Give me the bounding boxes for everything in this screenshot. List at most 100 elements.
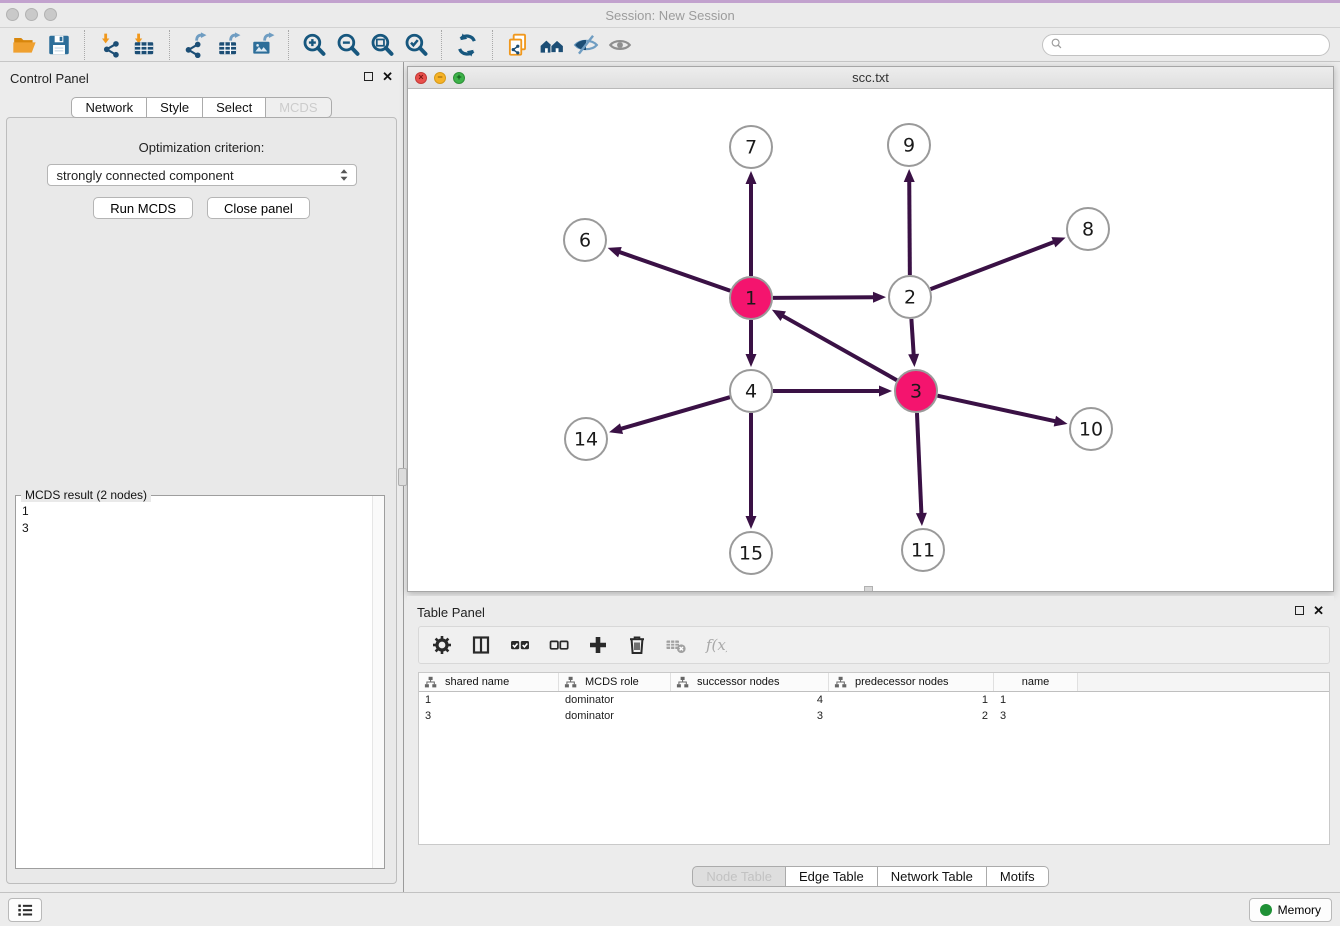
zoom-fit-button[interactable] [365,30,399,60]
edge-2-9[interactable] [909,180,910,275]
apply-layout-button[interactable] [450,30,484,60]
edge-arrow-1-2 [873,292,886,303]
delete-columns-button[interactable] [624,632,650,658]
node-label-15: 15 [739,543,763,565]
column-header-successor-nodes[interactable]: successor nodes [671,673,829,691]
new-network-from-selection-icon [505,32,531,58]
import-table-icon [131,32,157,58]
export-image-button[interactable] [246,30,280,60]
cell-MCDS-role[interactable]: dominator [559,694,671,706]
table-row[interactable]: 1dominator411 [419,692,1329,708]
edge-4-14[interactable] [620,397,730,429]
export-network-button[interactable] [178,30,212,60]
memory-button[interactable]: Memory [1249,898,1332,922]
deselect-all-columns-button[interactable] [546,632,572,658]
edge-2-3[interactable] [911,319,913,356]
zoom-out-button[interactable] [331,30,365,60]
add-column-button[interactable] [585,632,611,658]
canvas-divider-grip[interactable] [864,586,873,591]
column-header-predecessor-nodes[interactable]: predecessor nodes [829,673,994,691]
close-panel-button[interactable]: Close panel [207,197,310,219]
column-label: predecessor nodes [855,676,949,688]
edge-3-10[interactable] [937,396,1056,422]
edge-3-1[interactable] [781,315,896,380]
float-table-panel-icon[interactable] [1295,606,1304,615]
memory-status-icon [1260,904,1272,916]
edge-arrow-2-3 [908,354,919,367]
node-label-1: 1 [745,288,757,310]
table-panel-title: Table Panel [417,605,485,620]
network-window-title: scc.txt [408,70,1333,85]
tab-edge-table[interactable]: Edge Table [785,866,878,887]
criterion-value: strongly connected component [57,168,338,183]
search-field[interactable] [1042,34,1330,56]
close-table-panel-icon[interactable]: ✕ [1313,604,1324,617]
zoom-selected-button[interactable] [399,30,433,60]
first-neighbors-button[interactable] [535,30,569,60]
cell-predecessor-nodes[interactable]: 2 [829,710,994,722]
export-table-button[interactable] [212,30,246,60]
function-builder-icon: f(x) [703,633,727,657]
cell-name[interactable]: 1 [994,694,1078,706]
tab-select[interactable]: Select [202,97,266,118]
import-table-button[interactable] [127,30,161,60]
export-table-icon [216,32,242,58]
select-all-columns-icon [508,633,532,657]
table-row[interactable]: 3dominator323 [419,708,1329,724]
node-label-2: 2 [904,287,916,309]
import-network-button[interactable] [93,30,127,60]
result-scrollbar[interactable] [372,496,384,868]
search-input[interactable] [1070,36,1329,54]
show-panels-button[interactable] [8,898,42,922]
tab-mcds[interactable]: MCDS [265,97,331,118]
run-mcds-button[interactable]: Run MCDS [93,197,193,219]
float-panel-icon[interactable] [364,72,373,81]
zoom-in-button[interactable] [297,30,331,60]
tab-style[interactable]: Style [146,97,203,118]
table-settings-button[interactable] [429,632,455,658]
hide-selected-icon [573,32,599,58]
cell-name[interactable]: 3 [994,710,1078,722]
show-all-button[interactable] [603,30,637,60]
tab-network-table[interactable]: Network Table [877,866,987,887]
edge-1-2[interactable] [773,297,875,298]
toolbar-separator [288,30,289,60]
mcds-buttons: Run MCDS Close panel [7,197,396,219]
table-body: 1dominator4113dominator323 [419,692,1329,724]
network-canvas[interactable]: 7968124314101511 [408,89,1333,591]
zoom-in-icon [301,32,327,58]
show-columns-icon [469,633,493,657]
select-all-columns-button[interactable] [507,632,533,658]
table-header: shared nameMCDS rolesuccessor nodes prede… [419,673,1329,692]
new-network-from-selection-button[interactable] [501,30,535,60]
edge-arrow-1-6 [608,247,622,257]
cell-shared-name[interactable]: 3 [419,710,559,722]
edge-3-11[interactable] [917,413,921,515]
edge-2-8[interactable] [931,241,1056,289]
cell-shared-name[interactable]: 1 [419,694,559,706]
node-table[interactable]: shared nameMCDS rolesuccessor nodes prede… [418,672,1330,845]
network-window-titlebar: × − + scc.txt [408,67,1333,89]
column-header-name[interactable]: name [994,673,1078,691]
criterion-select[interactable]: strongly connected component [47,164,357,186]
column-header-MCDS-role[interactable]: MCDS role [559,673,671,691]
tab-network[interactable]: Network [71,97,147,118]
open-session-button[interactable] [8,30,42,60]
cell-successor-nodes[interactable]: 3 [671,710,829,722]
panel-divider-grip[interactable] [398,468,407,486]
save-session-button[interactable] [42,30,76,60]
cell-MCDS-role[interactable]: dominator [559,710,671,722]
edge-arrow-1-4 [746,354,757,367]
tab-node-table[interactable]: Node Table [692,866,786,887]
cell-predecessor-nodes[interactable]: 1 [829,694,994,706]
column-header-shared-name[interactable]: shared name [419,673,559,691]
node-label-9: 9 [903,135,915,157]
close-panel-icon[interactable]: ✕ [382,70,393,83]
cell-successor-nodes[interactable]: 4 [671,694,829,706]
hide-selected-button[interactable] [569,30,603,60]
mcds-result-text[interactable]: 1 3 [16,499,370,868]
show-columns-button[interactable] [468,632,494,658]
sort-tree-icon [676,676,689,688]
tab-motifs[interactable]: Motifs [986,866,1049,887]
edge-1-6[interactable] [618,252,730,291]
